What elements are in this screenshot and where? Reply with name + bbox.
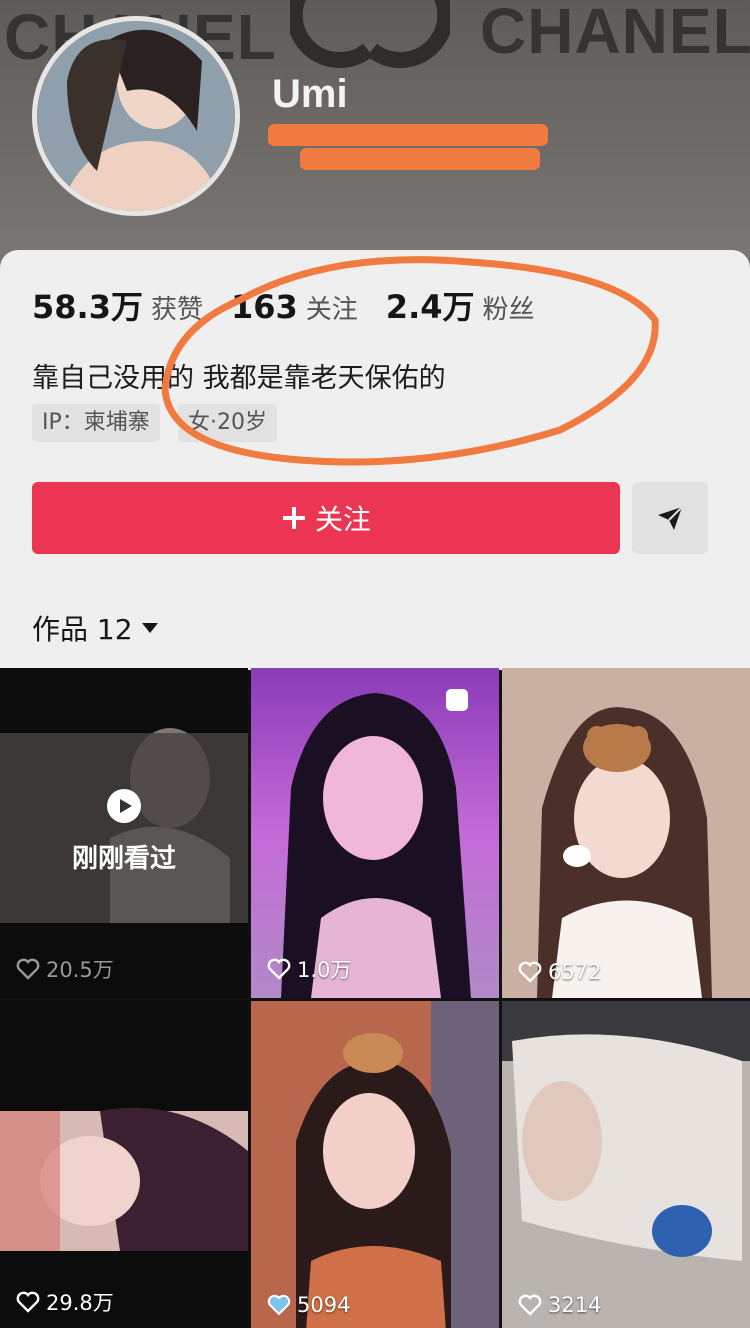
- video-tile[interactable]: 29.8万: [0, 1001, 248, 1328]
- works-tab[interactable]: 作品 12: [32, 608, 159, 648]
- recently-watched-overlay: 刚刚看过: [0, 788, 248, 875]
- username: Umi: [272, 72, 348, 116]
- video-likes-count: 3214: [548, 1293, 602, 1317]
- video-likes-count: 1.0万: [297, 958, 352, 982]
- follow-button-label: 关注: [314, 503, 371, 536]
- send-icon: [658, 506, 683, 530]
- ip-location-tag: IP：柬埔寨: [32, 404, 160, 442]
- likes-count[interactable]: 58.3万: [32, 282, 143, 328]
- redaction-mark: [268, 124, 548, 146]
- video-tile[interactable]: 5094: [251, 1001, 499, 1328]
- heart-icon: [518, 961, 542, 983]
- video-thumbnail: [251, 668, 499, 998]
- following-count[interactable]: 163: [231, 288, 298, 326]
- video-likes: 6572: [518, 960, 601, 984]
- video-tile[interactable]: 3214: [502, 1001, 750, 1328]
- followers-count[interactable]: 2.4万: [386, 282, 475, 328]
- video-likes: 1.0万: [267, 954, 351, 984]
- avatar[interactable]: [32, 16, 240, 216]
- video-thumbnail: [502, 668, 750, 998]
- video-tile[interactable]: 刚刚看过 20.5万: [0, 668, 248, 998]
- video-grid: 刚刚看过 20.5万 1.0万 6572 29.8万 5094 3214: [0, 668, 750, 1328]
- recently-watched-label: 刚刚看过: [71, 844, 176, 874]
- video-likes: 5094: [267, 1293, 350, 1317]
- chanel-logo-icon: [290, 0, 450, 68]
- gender-age-tag: 女·20岁: [178, 404, 277, 442]
- video-thumbnail: [502, 1001, 750, 1328]
- send-message-button[interactable]: [632, 482, 708, 554]
- video-likes-count: 6572: [548, 960, 602, 984]
- heart-icon: [518, 1294, 542, 1316]
- caret-down-icon: [141, 623, 158, 633]
- plus-icon: [282, 507, 305, 529]
- video-likes-count: 20.5万: [46, 958, 114, 982]
- profile-bio: 靠自己没用的 我都是靠老天保佑的: [32, 363, 446, 394]
- video-likes: 20.5万: [16, 954, 114, 984]
- followers-label[interactable]: 粉丝: [483, 289, 535, 326]
- video-thumbnail: [251, 1001, 499, 1328]
- video-likes-count: 5094: [297, 1293, 351, 1317]
- banner-brand-text-right: CHANEL: [480, 0, 750, 67]
- heart-icon: [16, 958, 40, 980]
- play-icon: [107, 789, 141, 823]
- profile-stats: 58.3万 获赞 163 关注 2.4万 粉丝: [32, 282, 563, 328]
- pinned-icon: [446, 689, 468, 711]
- video-tile[interactable]: 1.0万: [251, 668, 499, 998]
- video-likes-count: 29.8万: [46, 1291, 114, 1315]
- video-likes: 3214: [518, 1293, 601, 1317]
- video-thumbnail: [0, 1107, 248, 1251]
- follow-button[interactable]: 关注: [32, 482, 620, 554]
- heart-icon: [267, 958, 291, 980]
- following-label[interactable]: 关注: [306, 289, 358, 326]
- redaction-mark: [300, 148, 540, 170]
- video-tile[interactable]: 6572: [502, 668, 750, 998]
- video-likes: 29.8万: [16, 1287, 114, 1317]
- heart-icon: [267, 1294, 291, 1316]
- likes-label[interactable]: 获赞: [151, 289, 203, 326]
- heart-icon: [16, 1291, 40, 1313]
- avatar-photo: [37, 21, 235, 211]
- works-label: 作品 12: [32, 613, 133, 646]
